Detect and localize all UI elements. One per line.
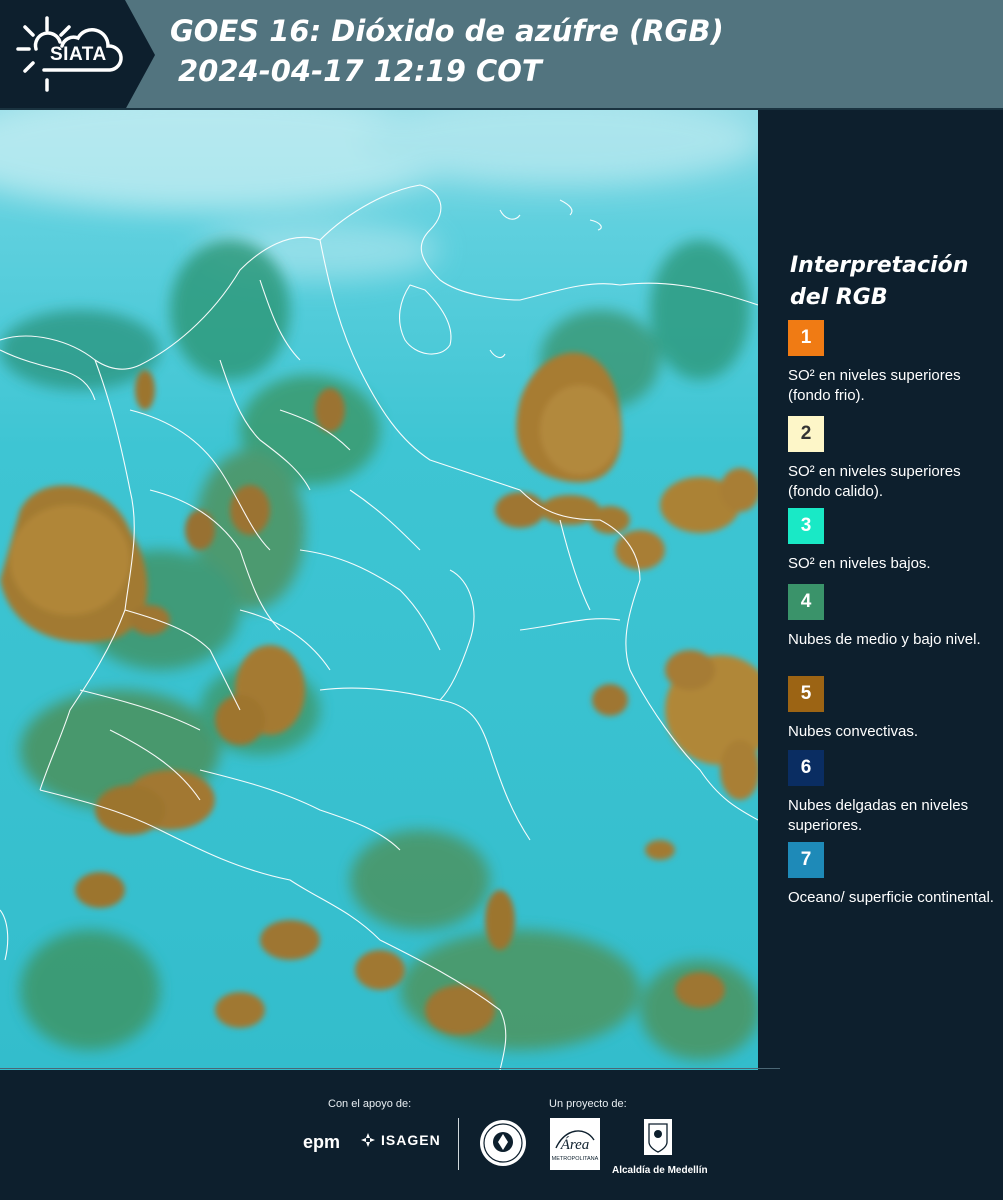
header: SIATA GOES 16: Dióxido de azúfre (RGB) 2… (0, 0, 1003, 110)
epm-logo[interactable]: epm (303, 1132, 340, 1153)
legend-swatch-4: 4 (788, 584, 824, 620)
page-timestamp: 2024-04-17 12:19 COT (178, 54, 542, 88)
legend-item-5: 5 Nubes convectivas. (788, 676, 998, 758)
area-metropolitana-logo[interactable]: Área METROPOLITANA (550, 1118, 600, 1175)
footer-separator (458, 1118, 459, 1170)
legend-label-7: Oceano/ superficie continental. (788, 889, 994, 906)
area-logo-subtext: METROPOLITANA (552, 1156, 599, 1162)
satellite-map[interactable] (0, 110, 758, 1070)
project-label: Un proyecto de: (549, 1098, 627, 1110)
legend-label-4: Nubes de medio y bajo nivel. (788, 631, 981, 648)
alcaldia-medellin-logo[interactable]: Alcaldía de Medellín (612, 1118, 708, 1176)
footer: Con el apoyo de: Un proyecto de: epm ISA… (0, 1070, 1003, 1200)
legend-label-1: SO² en niveles superiores (fondo frio). (788, 367, 961, 404)
support-label: Con el apoyo de: (328, 1098, 412, 1110)
isagen-mark-icon (361, 1133, 375, 1147)
legend-swatch-3: 3 (788, 508, 824, 544)
legend-swatch-5: 5 (788, 676, 824, 712)
footer-divider-line (0, 1068, 780, 1069)
legend-item-7: 7 Oceano/ superficie continental. (788, 842, 998, 924)
legend-label-2: SO² en niveles superiores (fondo calido)… (788, 463, 961, 500)
legend-panel: Interpretación del RGB 1 SO² en niveles … (762, 110, 1003, 1070)
legend-item-1: 1 SO² en niveles superiores (fondo frio)… (788, 320, 998, 404)
legend-label-6: Nubes delgadas en niveles superiores. (788, 797, 969, 834)
epm-logo-text: epm (303, 1132, 341, 1152)
page-title: GOES 16: Dióxido de azúfre (RGB) (170, 14, 724, 48)
legend-title: Interpretación del RGB (790, 253, 969, 310)
isagen-logo-text: ISAGEN (381, 1132, 441, 1148)
legend-item-6: 6 Nubes delgadas en niveles superiores. (788, 750, 998, 834)
legend-swatch-6: 6 (788, 750, 824, 786)
legend-swatch-1: 1 (788, 320, 824, 356)
siata-logo[interactable]: SIATA (0, 0, 155, 110)
legend-item-2: 2 SO² en niveles superiores (fondo calid… (788, 416, 998, 500)
area-logo-text: Área (560, 1136, 590, 1153)
alcaldia-logo-text: Alcaldía de Medellín (612, 1165, 708, 1176)
rgb-satellite-image (0, 110, 758, 1070)
legend-item-3: 3 SO² en niveles bajos. (788, 508, 998, 590)
siata-logo-text: SIATA (50, 44, 107, 65)
legend-item-4: 4 Nubes de medio y bajo nivel. (788, 584, 998, 666)
isagen-logo[interactable]: ISAGEN (360, 1132, 441, 1148)
legend-swatch-7: 7 (788, 842, 824, 878)
university-seal-icon[interactable] (478, 1118, 528, 1168)
area-metropolitana-emblem-icon: Área METROPOLITANA (550, 1118, 600, 1170)
coat-of-arms-icon (644, 1119, 672, 1155)
legend-swatch-2: 2 (788, 416, 824, 452)
